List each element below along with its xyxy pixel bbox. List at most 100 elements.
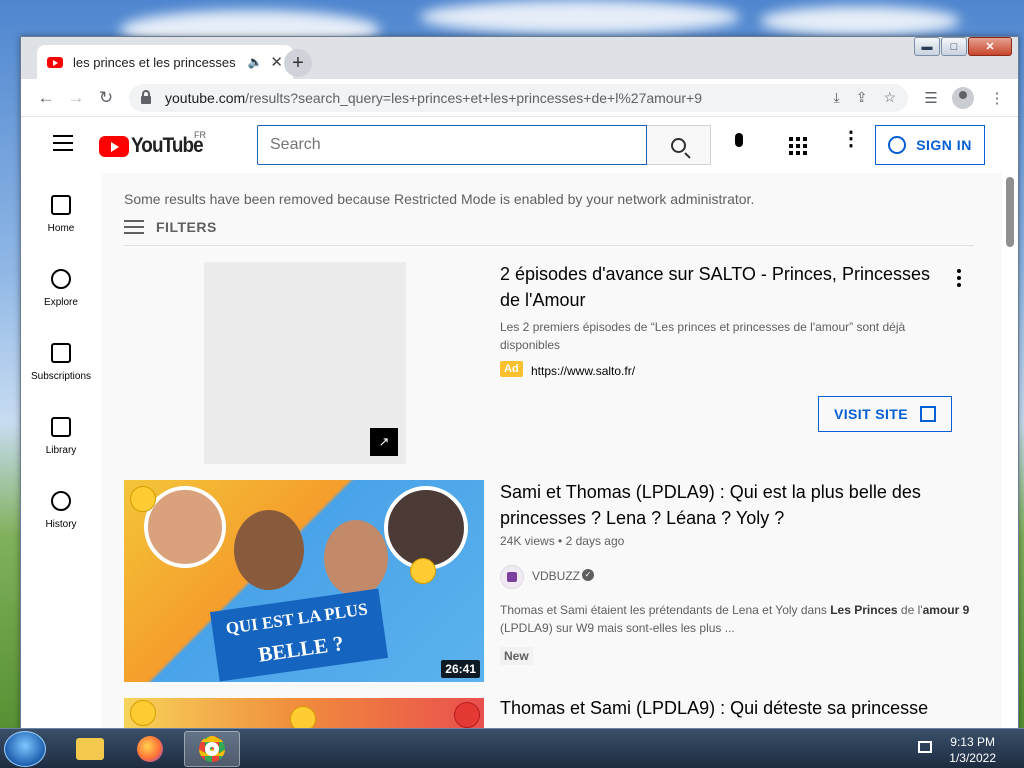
heart-eyes-emoji-icon xyxy=(130,700,156,726)
search-button[interactable] xyxy=(647,125,711,165)
sign-in-button[interactable]: SIGN IN xyxy=(875,125,985,165)
youtube-logo[interactable]: YouTube FR xyxy=(99,130,211,158)
back-button[interactable]: ← xyxy=(31,88,61,108)
meta-separator: • xyxy=(558,534,566,548)
network-icon[interactable] xyxy=(918,741,932,753)
youtube-play-icon xyxy=(99,135,129,157)
clock-time: 9:13 PM xyxy=(950,735,995,749)
video-title[interactable]: Thomas et Sami (LPDLA9) : Qui déteste sa… xyxy=(500,695,950,721)
share-icon[interactable]: ⇪ xyxy=(856,89,868,106)
clock-date: 1/3/2022 xyxy=(949,751,996,765)
open-external-icon xyxy=(920,406,936,422)
ad-badge: Ad xyxy=(500,361,523,377)
close-window-button[interactable]: ✕ xyxy=(968,37,1012,56)
visit-site-label: VISIT SITE xyxy=(833,406,908,422)
ad-thumbnail[interactable]: ↗ xyxy=(204,262,406,464)
speaker-icon[interactable]: 🔈 xyxy=(247,55,262,69)
firefox-icon xyxy=(137,736,163,762)
restricted-mode-notice: Some results have been removed because R… xyxy=(124,191,755,207)
ad-more-icon[interactable] xyxy=(957,269,961,290)
guide-sidebar: Home Explore Subscriptions Library Histo… xyxy=(21,173,101,735)
browser-window: les princes et les princesses 🔈 ✕ + ▬ □ … xyxy=(20,36,1019,736)
ad-title[interactable]: 2 épisodes d'avance sur SALTO - Princes,… xyxy=(500,261,950,313)
new-badge: New xyxy=(500,647,533,665)
thumbnail-person xyxy=(234,510,304,590)
address-bar[interactable]: youtube.com/results?search_query=les+pri… xyxy=(129,83,908,112)
filters-button[interactable]: FILTERS xyxy=(124,219,217,235)
taskbar-chrome[interactable] xyxy=(184,731,240,767)
forward-button[interactable]: → xyxy=(61,88,91,108)
view-count: 24K views xyxy=(500,534,555,548)
guide-label: History xyxy=(45,519,77,530)
settings-more-icon[interactable]: ⋮ xyxy=(841,129,861,149)
guide-label: Library xyxy=(45,445,77,456)
upload-age: 2 days ago xyxy=(565,534,625,548)
user-icon xyxy=(888,136,907,154)
lock-icon[interactable] xyxy=(141,89,151,104)
file-explorer-icon xyxy=(76,738,104,760)
new-tab-button[interactable]: + xyxy=(284,49,312,77)
thumbnail-person xyxy=(144,486,226,568)
maximize-button[interactable]: □ xyxy=(941,37,967,56)
divider xyxy=(124,245,974,246)
library-icon xyxy=(51,417,71,437)
sign-in-label: SIGN IN xyxy=(916,137,972,153)
ad-url: https://www.salto.fr/ xyxy=(531,364,636,378)
guide-item-library[interactable]: Library xyxy=(21,417,101,456)
start-button[interactable] xyxy=(4,731,46,767)
url-host: youtube.com xyxy=(165,89,246,106)
video-thumbnail[interactable]: QUI EST LA PLUS BELLE ? 26:41 xyxy=(124,480,484,682)
search-input[interactable] xyxy=(257,125,647,165)
tab-close-icon[interactable]: ✕ xyxy=(270,53,283,71)
browser-tab[interactable]: les princes et les princesses 🔈 ✕ xyxy=(37,45,293,79)
filters-label: FILTERS xyxy=(156,219,217,235)
apps-grid-icon[interactable] xyxy=(789,137,807,155)
tab-title: les princes et les princesses xyxy=(73,54,236,70)
shocked-emoji-icon xyxy=(410,558,436,584)
profile-icon[interactable] xyxy=(952,86,974,109)
thumbnail-person xyxy=(324,520,388,596)
guide-item-history[interactable]: History xyxy=(21,491,101,530)
reading-list-icon[interactable]: ☰ xyxy=(920,89,942,107)
scrollbar-thumb[interactable] xyxy=(1006,177,1014,247)
logo-text: YouTube xyxy=(131,134,204,157)
heart-eyes-emoji-icon xyxy=(130,486,156,512)
channel-avatar[interactable] xyxy=(500,565,524,589)
reload-button[interactable]: ↻ xyxy=(91,88,121,108)
angry-emoji-icon xyxy=(454,702,480,728)
video-duration: 26:41 xyxy=(441,660,480,678)
guide-label: Explore xyxy=(44,297,78,308)
scrollbar-track[interactable] xyxy=(1002,173,1018,735)
video-meta: 24K views • 2 days ago xyxy=(500,534,624,548)
youtube-favicon-icon xyxy=(47,56,63,68)
taskbar-file-explorer[interactable] xyxy=(62,731,118,767)
ad-description: Les 2 premiers épisodes de “Les princes … xyxy=(500,320,906,352)
more-icon[interactable]: ⋮ xyxy=(986,89,1008,107)
guide-item-subscriptions[interactable]: Subscriptions xyxy=(21,343,101,382)
chrome-icon xyxy=(199,736,225,762)
tab-strip: les princes et les princesses 🔈 ✕ + ▬ □ … xyxy=(21,37,1018,79)
download-icon[interactable]: ⤓ xyxy=(834,89,840,106)
youtube-header: YouTube FR ⋮ SIGN IN xyxy=(21,117,1018,173)
home-icon xyxy=(51,195,71,215)
microphone-icon[interactable] xyxy=(727,133,751,157)
visit-site-button[interactable]: VISIT SITE xyxy=(818,396,952,432)
guide-item-explore[interactable]: Explore xyxy=(21,269,101,308)
hamburger-menu-icon[interactable] xyxy=(53,135,73,151)
bookmark-star-icon[interactable]: ☆ xyxy=(883,89,896,106)
youtube-page: YouTube FR ⋮ SIGN IN Home Explore xyxy=(21,117,1018,735)
minimize-button[interactable]: ▬ xyxy=(914,37,940,56)
video-title[interactable]: Sami et Thomas (LPDLA9) : Qui est la plu… xyxy=(500,479,950,531)
filter-sliders-icon xyxy=(124,220,144,234)
channel-name[interactable]: VDBUZZ xyxy=(532,569,580,583)
subscriptions-icon xyxy=(51,343,71,363)
compass-icon xyxy=(51,269,71,289)
windows-taskbar: 9:13 PM 1/3/2022 xyxy=(0,728,1024,768)
system-clock[interactable]: 9:13 PM 1/3/2022 xyxy=(949,734,996,766)
country-code: FR xyxy=(194,130,206,140)
video-description: Thomas et Sami étaient les prétendants d… xyxy=(500,603,970,635)
guide-item-home[interactable]: Home xyxy=(21,195,101,234)
taskbar-firefox[interactable] xyxy=(122,731,178,767)
verified-check-icon: ✓ xyxy=(582,569,594,581)
external-link-icon[interactable]: ↗ xyxy=(370,428,398,456)
